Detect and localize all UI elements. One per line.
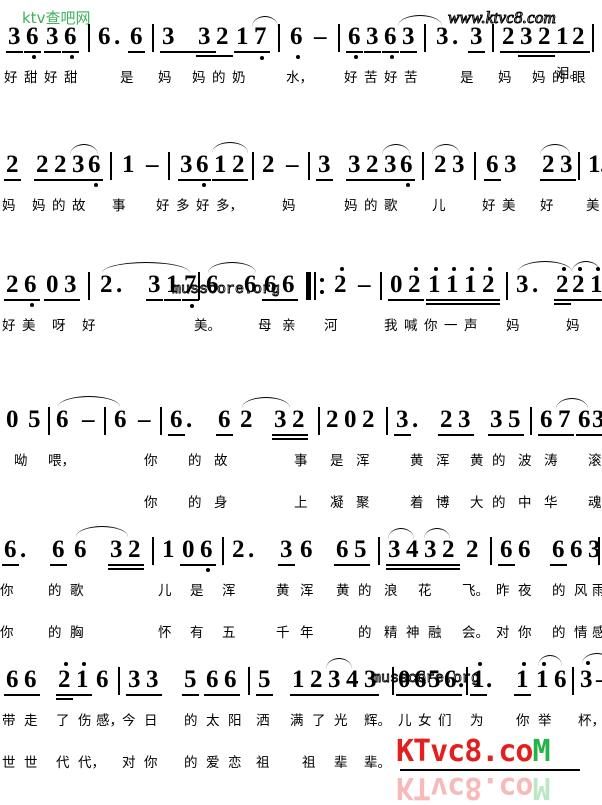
- lyrics-row-4a: 呦喂， 你的 故 事是 浑 黄浑 黄的 波涛 滚，: [14, 453, 602, 469]
- notes-row-5: 6. 6 6 3 2 1 0 6 2. 3 6 6 5 3 4 3 2 2 6: [0, 526, 602, 575]
- lyrics-row-3: 好美 呀好 美。 母亲 河 我喊 你一 声 妈妈: [2, 318, 580, 334]
- logo-text-red: KTvc8.co: [396, 734, 533, 769]
- logo-text: KTvc8.coM: [396, 737, 586, 767]
- music-system-5: 6. 6 6 3 2 1 0 6 2. 3 6 6 5 3 4 3 2 2 6: [0, 526, 602, 641]
- lyrics-row-5b: 你 的胸 怀有 五 千年 的 精神 融 会。 对你 的情 感: [0, 625, 602, 641]
- notes-row-3: 2 6 0 3 2. 3 1 7 6 6 6 6 2 – 0 2 1 1 1 2…: [0, 261, 602, 310]
- notes-row-2: 2 2 2 3 6 1 – 3 6 1 2 2 – 3 3 2 3 6 2 3 …: [0, 142, 602, 190]
- lyrics-row-4b: 你的 身 上凝 聚 着博 大的 中华 魂；: [144, 495, 602, 511]
- notes-row-6: 6 6 2 1 6 3 3 5 6 6 5 1 2 3 4 3 0 6 5 6.: [0, 653, 602, 705]
- logo-text-green: M: [532, 734, 551, 769]
- lyrics-row-1: 好甜 好甜 是 妈妈 的奶 水， 好苦 好苦 是 妈妈 的眼 x: [4, 70, 586, 86]
- sheet-music-page: ktv查吧网 www.ktvc8.com musscore.org mussco…: [0, 0, 602, 805]
- lyrics-row-5a: 你 的歌 儿是 浑 黄浑 黄的 浪花 飞。 昨夜 的风 雨: [0, 583, 602, 599]
- music-system-2: 2 2 2 3 6 1 – 3 6 1 2 2 – 3 3 2 3 6 2 3 …: [0, 142, 602, 214]
- lyrics-row-6a: 带走 了伤 感， 今日 的太 阳 洒 满了 光 辉。 儿女 们 为 你举 杯，: [2, 713, 602, 729]
- logo-reflection: KTvc8.coM: [396, 770, 550, 805]
- music-system-4: 0 5 6 – 6 – 6. 6 2 3 2 2 0 2 3. 2 3 3 5: [0, 396, 602, 511]
- notes-row-4: 0 5 6 – 6 – 6. 6 2 3 2 2 0 2 3. 2 3 3 5: [0, 396, 602, 445]
- lyrics-row-2: 妈妈 的故 事 好多 好多， 妈妈 的歌 儿 好美 好美: [2, 198, 600, 214]
- site-logo[interactable]: KTvc8.coM KTvc8.coM: [396, 737, 586, 805]
- music-system-3: 2 6 0 3 2. 3 1 7 6 6 6 6 2 – 0 2 1 1 1 2…: [0, 261, 602, 334]
- music-system-1: 3 6 3 6 6. 6 3 3 2 1 7 6 – 6 3 6 3 3. 3: [0, 15, 602, 86]
- notes-row-1: 3 6 3 6 6. 6 3 3 2 1 7 6 – 6 3 6 3 3. 3: [0, 15, 602, 62]
